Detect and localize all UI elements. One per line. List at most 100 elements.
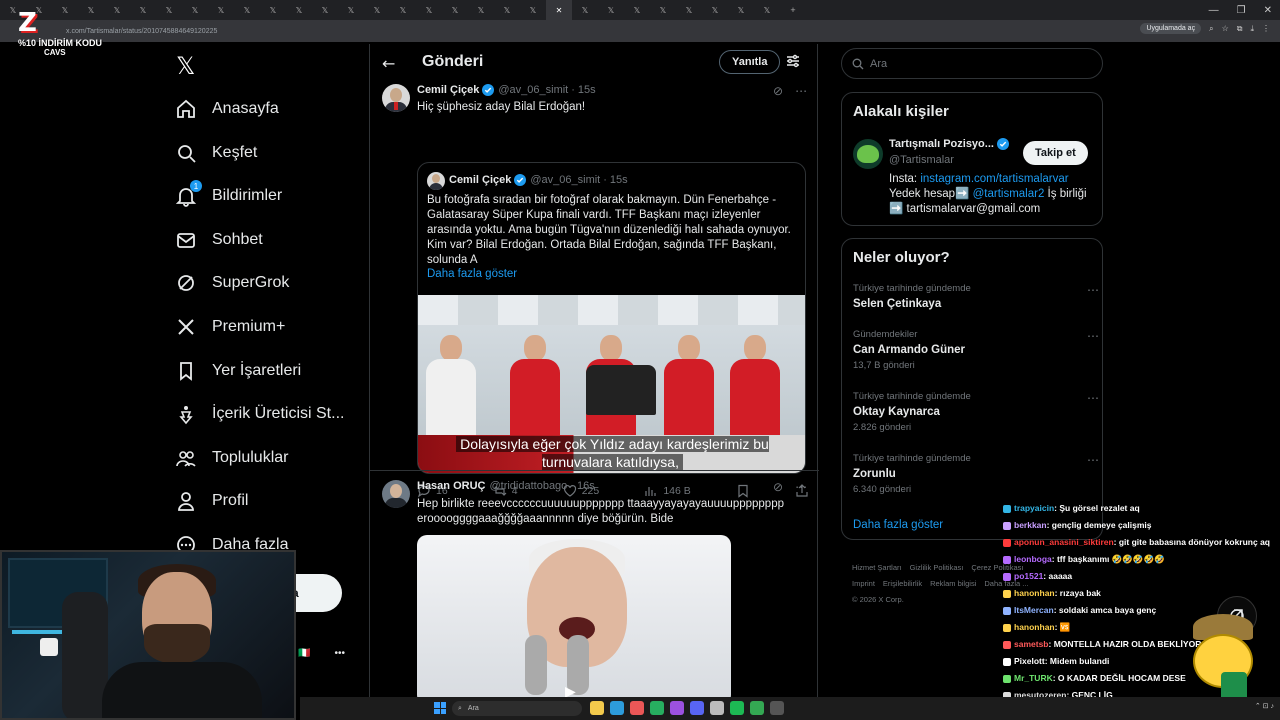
browser-tab[interactable]: 𝕏 — [702, 0, 728, 20]
nav-item-bell[interactable]: 1 Bildirimler — [174, 180, 282, 211]
post-main[interactable]: Cemil Çiçek @av_06_simit · 15s ⊘ ⋯ Hiç ş… — [370, 82, 819, 498]
browser-tab[interactable]: 𝕏 — [260, 0, 286, 20]
taskbar-app-icon[interactable] — [710, 701, 724, 715]
browser-tab[interactable]: 𝕏 — [572, 0, 598, 20]
grok-icon[interactable]: ⊘ — [773, 480, 783, 494]
author-handle[interactable]: @trididattobago — [489, 480, 567, 492]
browser-tab[interactable]: 𝕏 — [754, 0, 780, 20]
footer-link[interactable]: Erişilebilirlik — [883, 579, 922, 588]
browser-tab[interactable]: 𝕏 — [286, 0, 312, 20]
download-icon[interactable]: ⤓ — [1250, 24, 1254, 34]
taskbar-app-icon[interactable] — [650, 701, 664, 715]
trend-item[interactable]: Türkiye tarihinde gündemde Oktay Kaynarca… — [853, 391, 1099, 433]
taskbar-app-icon[interactable] — [730, 701, 744, 715]
footer-link[interactable]: Imprint — [852, 579, 875, 588]
browser-tab[interactable]: 𝕏 — [156, 0, 182, 20]
reply-video[interactable]: ▶ — [417, 535, 731, 705]
browser-tab[interactable]: 𝕏 — [468, 0, 494, 20]
browser-menu-icon[interactable]: ⋮ — [1262, 24, 1270, 33]
more-icon[interactable]: ⋯ — [795, 84, 807, 98]
search-box[interactable]: Ara — [841, 48, 1103, 79]
avatar[interactable] — [382, 480, 410, 508]
trend-item[interactable]: Gündemdekiler Can Armando Güner 13,7 B gön… — [853, 329, 1099, 371]
browser-tab[interactable]: 𝕏 — [676, 0, 702, 20]
browser-tab[interactable]: 𝕏 — [52, 0, 78, 20]
trend-item[interactable]: Türkiye tarihinde gündemde Selen Çetinkay… — [853, 283, 1099, 310]
show-more-link[interactable]: Daha fazla göster — [427, 268, 517, 280]
browser-tab[interactable]: 𝕏 — [650, 0, 676, 20]
more-icon[interactable]: ⋯ — [1087, 391, 1099, 405]
browser-tab[interactable]: 𝕏 — [208, 0, 234, 20]
author-handle[interactable]: @av_06_simit — [498, 84, 568, 96]
footer-link[interactable]: Reklam bilgisi — [930, 579, 976, 588]
footer-link[interactable]: Hizmet Şartları — [852, 563, 902, 572]
author-name[interactable]: Cemil Çiçek — [417, 84, 479, 96]
nav-item-search[interactable]: Keşfet — [174, 138, 257, 168]
nav-item-communities[interactable]: Topluluklar — [174, 443, 288, 473]
author-name[interactable]: Hasan ORUÇ — [417, 480, 485, 492]
star-icon[interactable]: ☆ — [1222, 24, 1229, 33]
browser-tab[interactable]: 𝕏 — [130, 0, 156, 20]
browser-tab[interactable]: ✕ — [546, 0, 572, 20]
nav-item-home[interactable]: Anasayfa — [174, 94, 279, 124]
browser-tab[interactable]: 𝕏 — [494, 0, 520, 20]
bio-link[interactable]: instagram.com/tartismalarvar — [920, 173, 1068, 185]
footer-link[interactable]: Gizlilik Politikası — [910, 563, 964, 572]
account-switcher[interactable]: 🇮🇹 ••• — [298, 648, 345, 659]
nav-item-profile[interactable]: Profil — [174, 486, 248, 516]
relevant-avatar[interactable] — [853, 139, 883, 169]
grok-icon[interactable]: ⊘ — [773, 84, 783, 98]
reply-button[interactable]: Yanıtla — [719, 50, 781, 74]
taskbar-app-icon[interactable] — [590, 701, 604, 715]
browser-tab[interactable]: 𝕏 — [78, 0, 104, 20]
new-tab-icon[interactable]: + — [780, 0, 806, 20]
browser-tab[interactable]: 𝕏 — [442, 0, 468, 20]
system-tray[interactable]: ⌃ ⊡ ♪ — [1255, 702, 1274, 710]
browser-tab[interactable]: 𝕏 — [234, 0, 260, 20]
restore-icon[interactable]: ❐ — [1237, 5, 1246, 16]
trend-item[interactable]: Türkiye tarihinde gündemde Zorunlu 6.340 g… — [853, 453, 1099, 495]
show-more-trends-link[interactable]: Daha fazla göster — [853, 519, 943, 531]
relevant-handle[interactable]: @Tartismalar — [889, 154, 954, 166]
browser-tab[interactable]: 𝕏 — [104, 0, 130, 20]
browser-tab[interactable]: 𝕏 — [598, 0, 624, 20]
minimize-icon[interactable]: — — [1209, 5, 1219, 16]
nav-item-grok[interactable]: SuperGrok — [174, 268, 289, 298]
open-in-app-button[interactable]: Uygulamada aç — [1140, 23, 1202, 34]
close-window-icon[interactable]: ✕ — [1264, 5, 1272, 16]
taskbar-app-icon[interactable] — [690, 701, 704, 715]
back-arrow-icon[interactable]: ← — [382, 54, 395, 73]
taskbar-app-icon[interactable] — [770, 701, 784, 715]
taskbar-search[interactable]: ⌕ Ara — [452, 701, 582, 716]
nav-item-x[interactable]: Premium+ — [174, 312, 285, 342]
extensions-icon[interactable]: ⧉ — [1237, 24, 1243, 34]
zoom-icon[interactable]: ⌕ — [1209, 24, 1213, 34]
x-logo-icon[interactable]: 𝕏 — [176, 52, 202, 80]
taskbar-app-icon[interactable] — [630, 701, 644, 715]
more-dots-icon[interactable]: ••• — [334, 648, 345, 659]
more-icon[interactable]: ⋯ — [1087, 453, 1099, 467]
browser-tab[interactable]: 𝕏 — [416, 0, 442, 20]
url-text[interactable]: x.com/Tartismalar/status/201074588464912… — [66, 28, 217, 35]
taskbar-app-icon[interactable] — [610, 701, 624, 715]
browser-tab[interactable]: 𝕏 — [390, 0, 416, 20]
follow-button[interactable]: Takip et — [1023, 141, 1088, 165]
browser-tab[interactable]: 𝕏 — [520, 0, 546, 20]
nav-item-bookmark[interactable]: Yer İşaretleri — [174, 356, 301, 386]
browser-tab[interactable]: 𝕏 — [624, 0, 650, 20]
more-icon[interactable]: ⋯ — [1087, 329, 1099, 343]
bio-link-2[interactable]: @tartismalar2 — [973, 188, 1045, 200]
taskbar-app-icon[interactable] — [750, 701, 764, 715]
relevant-name-line[interactable]: Tartışmalı Pozisyo... — [889, 138, 1009, 150]
quote-video[interactable]: Dolayısıyla eğer çok Yıldız adayı kardeş… — [418, 295, 805, 473]
post-button[interactable]: a — [292, 574, 342, 612]
post-time[interactable]: 16s — [577, 480, 595, 492]
browser-tab[interactable]: 𝕏 — [728, 0, 754, 20]
filter-icon[interactable] — [785, 53, 801, 69]
nav-item-mail[interactable]: Sohbet — [174, 225, 263, 255]
browser-tab[interactable]: 𝕏 — [364, 0, 390, 20]
windows-start-icon[interactable] — [434, 702, 446, 714]
more-icon[interactable]: ⋯ — [795, 480, 807, 494]
avatar[interactable] — [382, 84, 410, 112]
browser-tab[interactable]: 𝕏 — [312, 0, 338, 20]
